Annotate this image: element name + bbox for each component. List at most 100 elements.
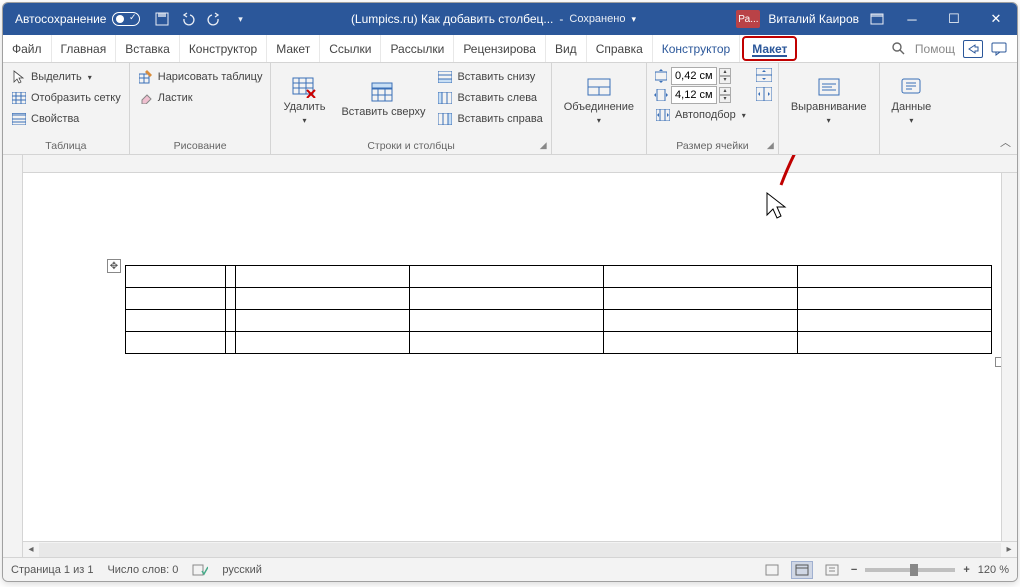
select-button[interactable]: Выделить▾ xyxy=(9,67,123,87)
minimize-button[interactable]: ─ xyxy=(891,3,933,35)
document-title: (Lumpics.ru) Как добавить столбец... xyxy=(351,12,553,26)
height-icon xyxy=(653,68,669,84)
dialog-launcher-icon[interactable]: ◢ xyxy=(540,140,547,151)
tab-help[interactable]: Справка xyxy=(587,35,653,62)
tab-mailings[interactable]: Рассылки xyxy=(381,35,454,62)
tab-home[interactable]: Главная xyxy=(52,35,117,62)
zoom-out-icon[interactable]: − xyxy=(851,564,857,576)
group-draw-label: Рисование xyxy=(136,138,265,152)
zoom-in-icon[interactable]: + xyxy=(963,564,969,576)
save-icon[interactable] xyxy=(154,11,170,27)
insert-right-button[interactable]: Вставить справа xyxy=(435,109,544,129)
distribute-rows-icon[interactable] xyxy=(756,67,772,83)
close-button[interactable]: ✕ xyxy=(975,3,1017,35)
tab-view[interactable]: Вид xyxy=(546,35,587,62)
document-area: ✥ ◂ ▸ xyxy=(3,155,1017,557)
zoom-level[interactable]: 120 % xyxy=(978,564,1009,576)
merge-button[interactable]: Объединение ▾ xyxy=(558,67,640,133)
tab-file[interactable]: Файл xyxy=(3,35,52,62)
print-layout-icon[interactable] xyxy=(791,561,813,579)
web-layout-icon[interactable] xyxy=(821,561,843,579)
group-table: Выделить▾ Отобразить сетку Свойства Табл… xyxy=(3,63,130,154)
spin-down[interactable]: ▾ xyxy=(719,95,731,103)
scroll-left-icon[interactable]: ◂ xyxy=(23,544,39,555)
gridlines-button[interactable]: Отобразить сетку xyxy=(9,88,123,108)
document-table[interactable] xyxy=(125,265,992,354)
focus-mode-icon[interactable] xyxy=(761,561,783,579)
alignment-button[interactable]: Выравнивание ▾ xyxy=(785,67,873,133)
eraser-button[interactable]: Ластик xyxy=(136,88,265,108)
data-button[interactable]: Данные ▾ xyxy=(886,67,938,133)
height-value[interactable] xyxy=(671,67,717,85)
row-height-input[interactable]: ▴▾ xyxy=(653,67,748,85)
search-icon[interactable] xyxy=(891,41,907,57)
properties-icon xyxy=(11,111,27,127)
vertical-ruler[interactable] xyxy=(3,155,23,557)
table-move-handle[interactable]: ✥ xyxy=(107,259,121,273)
group-table-label: Таблица xyxy=(9,138,123,152)
spellcheck-icon[interactable] xyxy=(192,563,208,577)
undo-icon[interactable] xyxy=(180,11,196,27)
col-width-input[interactable]: ▴▾ xyxy=(653,86,748,104)
quick-access-toolbar: ▾ xyxy=(148,11,254,27)
ribbon: Выделить▾ Отобразить сетку Свойства Табл… xyxy=(3,63,1017,155)
save-status[interactable]: Сохранено xyxy=(569,13,625,25)
status-bar: Страница 1 из 1 Число слов: 0 русский − … xyxy=(3,557,1017,581)
spin-down[interactable]: ▾ xyxy=(719,76,731,84)
tab-table-layout[interactable]: Макет xyxy=(742,36,797,61)
properties-button[interactable]: Свойства xyxy=(9,109,123,129)
delete-table-icon xyxy=(290,75,318,99)
ribbon-tabs: Файл Главная Вставка Конструктор Макет С… xyxy=(3,35,1017,63)
distribute-cols-icon[interactable] xyxy=(756,86,772,102)
page-status[interactable]: Страница 1 из 1 xyxy=(11,564,93,576)
group-data: Данные ▾ xyxy=(880,63,944,154)
window-title: (Lumpics.ru) Как добавить столбец... - С… xyxy=(254,12,732,26)
group-data-label xyxy=(886,150,938,152)
vertical-scrollbar[interactable] xyxy=(1001,173,1017,541)
insert-below-button[interactable]: Вставить снизу xyxy=(435,67,544,87)
language-status[interactable]: русский xyxy=(222,564,261,576)
tab-insert[interactable]: Вставка xyxy=(116,35,180,62)
eraser-icon xyxy=(138,90,154,106)
draw-table-button[interactable]: Нарисовать таблицу xyxy=(136,67,265,87)
word-count[interactable]: Число слов: 0 xyxy=(107,564,178,576)
delete-button[interactable]: Удалить ▾ xyxy=(277,67,331,133)
group-align-label xyxy=(785,150,873,152)
redo-icon[interactable] xyxy=(206,11,222,27)
share-button[interactable] xyxy=(963,40,983,58)
autosave-toggle[interactable]: Автосохранение ✓ xyxy=(3,12,148,26)
maximize-button[interactable]: ☐ xyxy=(933,3,975,35)
grid-icon xyxy=(11,90,27,106)
tab-design[interactable]: Конструктор xyxy=(180,35,267,62)
document-page[interactable]: ✥ xyxy=(39,173,999,539)
tab-table-design[interactable]: Конструктор xyxy=(653,35,740,62)
tab-layout[interactable]: Макет xyxy=(267,35,320,62)
horizontal-scrollbar[interactable]: ◂ ▸ xyxy=(23,541,1017,557)
group-rowscols-label: Строки и столбцы◢ xyxy=(277,138,544,152)
alignment-icon xyxy=(815,75,843,99)
width-value[interactable] xyxy=(671,86,717,104)
insert-above-icon xyxy=(369,80,397,104)
account-badge: Ра... xyxy=(736,10,760,28)
data-label: Данные xyxy=(892,101,932,114)
insert-right-icon xyxy=(437,111,453,127)
comments-icon[interactable] xyxy=(991,42,1007,56)
account-area[interactable]: Ра... Виталий Каиров xyxy=(732,10,863,28)
tab-review[interactable]: Рецензирова xyxy=(454,35,546,62)
horizontal-ruler[interactable] xyxy=(23,155,1017,173)
spin-up[interactable]: ▴ xyxy=(719,68,731,76)
dialog-launcher-icon[interactable]: ◢ xyxy=(767,140,774,151)
autofit-button[interactable]: Автоподбор▾ xyxy=(653,105,748,125)
insert-right-label: Вставить справа xyxy=(457,113,542,125)
width-icon xyxy=(653,87,669,103)
tab-references[interactable]: Ссылки xyxy=(320,35,381,62)
insert-left-button[interactable]: Вставить слева xyxy=(435,88,544,108)
collapse-ribbon-icon[interactable]: ︿ xyxy=(1000,134,1011,150)
scroll-right-icon[interactable]: ▸ xyxy=(1001,544,1017,555)
search-label[interactable]: Помощ xyxy=(915,42,955,56)
spin-up[interactable]: ▴ xyxy=(719,87,731,95)
ribbon-display-icon[interactable] xyxy=(869,11,885,27)
qat-dropdown-icon[interactable]: ▾ xyxy=(232,11,248,27)
insert-above-button[interactable]: Вставить сверху xyxy=(335,67,431,133)
zoom-slider[interactable] xyxy=(865,568,955,572)
